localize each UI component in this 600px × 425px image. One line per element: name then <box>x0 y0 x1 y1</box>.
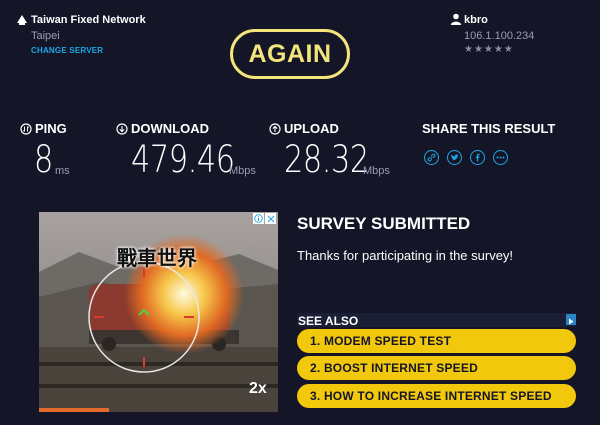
ping-icon <box>20 123 32 135</box>
advertisement[interactable]: 戰車世界 2x <box>39 212 278 412</box>
survey-title: SURVEY SUBMITTED <box>297 214 471 233</box>
upload-icon <box>269 123 281 135</box>
upload-unit: Mbps <box>363 165 390 177</box>
ping-unit: ms <box>55 165 70 177</box>
isp-rating-stars[interactable]: ★★★★★ <box>464 44 514 55</box>
download-label: DOWNLOAD <box>131 121 209 136</box>
server-icon <box>17 15 27 25</box>
see-also-link-1[interactable]: 1. MODEM SPEED TEST <box>297 329 576 353</box>
server-city: Taipei <box>31 30 60 42</box>
ad-badge: 2x <box>249 380 267 397</box>
ad-title: 戰車世界 <box>117 246 197 270</box>
more-icon[interactable] <box>493 150 508 165</box>
survey-text: Thanks for participating in the survey! <box>297 248 514 263</box>
download-icon <box>116 123 128 135</box>
upload-value: 28.32 <box>284 138 369 181</box>
change-server-link[interactable]: CHANGE SERVER <box>31 46 103 55</box>
server-name: Taiwan Fixed Network <box>31 14 146 26</box>
ad-close-icon[interactable] <box>265 213 276 224</box>
ad-info-icon[interactable] <box>253 213 264 224</box>
download-unit: Mbps <box>229 165 256 177</box>
download-value: 479.46 <box>131 138 235 181</box>
twitter-icon[interactable] <box>447 150 462 165</box>
facebook-icon[interactable] <box>470 150 485 165</box>
user-name: kbro <box>464 14 488 26</box>
see-also-link-2[interactable]: 2. BOOST INTERNET SPEED <box>297 356 576 380</box>
share-label: SHARE THIS RESULT <box>422 121 556 136</box>
ping-value: 8 <box>34 138 53 181</box>
user-icon <box>450 13 462 25</box>
link-icon[interactable] <box>424 150 439 165</box>
again-button[interactable]: AGAIN <box>230 29 350 79</box>
upload-label: UPLOAD <box>284 121 339 136</box>
see-also-label: SEE ALSO <box>298 314 359 328</box>
user-ip: 106.1.100.234 <box>464 30 535 42</box>
ad-choices-icon[interactable] <box>566 314 576 325</box>
see-also-link-3[interactable]: 3. HOW TO INCREASE INTERNET SPEED <box>297 384 576 408</box>
ping-label: PING <box>35 121 67 136</box>
